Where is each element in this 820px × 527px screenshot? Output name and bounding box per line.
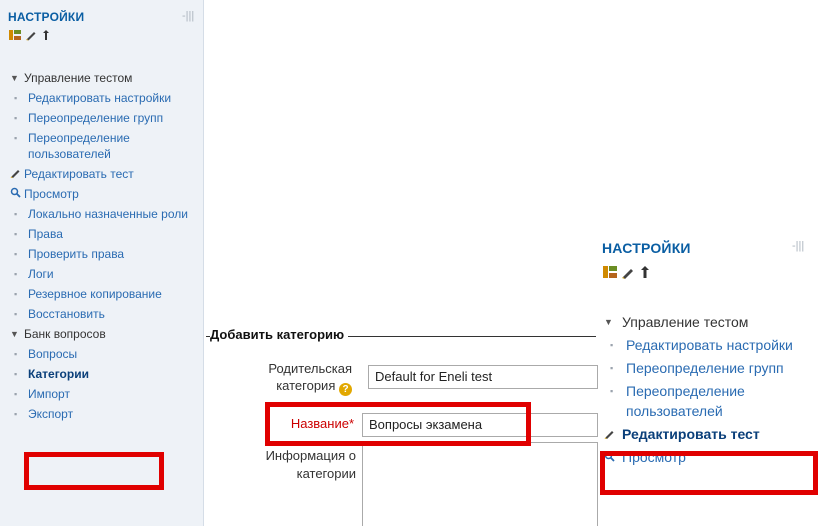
tree-item[interactable]: ▼ Управление тестом — [10, 70, 200, 86]
parent-label-line1: Родительская — [268, 361, 352, 376]
tree-item-label: Резервное копирование — [28, 287, 162, 301]
bullet-icon: ▪ — [610, 386, 614, 396]
tree-item[interactable]: Просмотр — [10, 186, 200, 202]
block-collapse-control[interactable]: -||| — [182, 10, 194, 22]
name-label-text: Название — [290, 416, 349, 431]
tree-item-label: Переопределение пользователей — [626, 383, 745, 419]
tree-item[interactable]: ▼ Управление тестом — [604, 312, 816, 332]
expand-arrow-icon: ▼ — [10, 73, 19, 83]
dock-icon[interactable] — [602, 264, 618, 280]
bullet-icon: ▪ — [14, 369, 18, 379]
tree-item[interactable]: Редактировать тест — [604, 424, 816, 444]
tree-item-label: Переопределение групп — [626, 360, 784, 376]
search-icon — [10, 186, 21, 202]
edit-icon — [10, 166, 21, 182]
tree-item-label: Банк вопросов — [24, 327, 106, 341]
bullet-icon: ▪ — [610, 363, 614, 373]
bullet-icon: ▪ — [610, 340, 614, 350]
tree-item: ▪ Категории — [10, 366, 200, 382]
tree-item[interactable]: ▪ Вопросы — [10, 346, 200, 362]
tree-item-label: Локально назначенные роли — [28, 207, 188, 221]
tree-item-label: Переопределение групп — [28, 111, 164, 125]
bullet-icon: ▪ — [14, 209, 18, 219]
block-toolbar — [8, 28, 52, 42]
tree-item[interactable]: ▪ Переопределение групп — [604, 358, 816, 378]
bullet-icon: ▪ — [14, 309, 18, 319]
edit-icon — [604, 424, 615, 444]
parent-label-text: категория — [276, 378, 336, 393]
bullet-icon: ▪ — [14, 249, 18, 259]
tree-item[interactable]: ▪ Импорт — [10, 386, 200, 402]
tree-item-label: Категории — [28, 367, 89, 381]
bullet-icon: ▪ — [14, 289, 18, 299]
tree-item-label: Просмотр — [24, 187, 79, 201]
tree-item[interactable]: ▪ Резервное копирование — [10, 286, 200, 302]
expand-arrow-icon: ▼ — [10, 329, 19, 339]
tree-item[interactable]: ▪ Логи — [10, 266, 200, 282]
name-label: Название* — [240, 416, 354, 431]
tree-item-label: Восстановить — [28, 307, 105, 321]
tree-item[interactable]: ▼ Банк вопросов — [10, 326, 200, 342]
expand-arrow-icon: ▼ — [604, 317, 613, 327]
tree-item-label: Импорт — [28, 387, 70, 401]
move-icon[interactable] — [638, 265, 652, 279]
tree-item-label: Управление тестом — [622, 314, 749, 330]
tree-item[interactable]: ▪ Проверить права — [10, 246, 200, 262]
parent-label-line2: категория ? — [240, 377, 352, 396]
bullet-icon: ▪ — [14, 229, 18, 239]
info-label-line2: категории — [296, 466, 356, 481]
info-label-line1: Информация о — [265, 448, 356, 463]
parent-category-label: Родительская категория ? — [240, 360, 352, 396]
block-title: НАСТРОЙКИ — [602, 240, 691, 256]
settings-tree-left: ▼ Управление тестом ▪ Редактировать настрой… — [10, 70, 200, 426]
help-icon[interactable]: ? — [339, 383, 352, 396]
dock-icon[interactable] — [8, 28, 22, 42]
bullet-icon: ▪ — [14, 269, 18, 279]
tree-item[interactable]: Просмотр — [604, 447, 816, 467]
bullet-icon: ▪ — [14, 409, 18, 419]
tree-item[interactable]: ▪ Локально назначенные роли — [10, 206, 200, 222]
tree-item-label: Проверить права — [28, 247, 125, 261]
tree-item[interactable]: ▪ Восстановить — [10, 306, 200, 322]
tree-item-label: Вопросы — [28, 347, 78, 361]
tree-item-label: Редактировать тест — [24, 167, 134, 181]
category-info-editor[interactable] — [362, 442, 598, 526]
move-icon[interactable] — [40, 29, 52, 41]
bullet-icon: ▪ — [14, 133, 18, 143]
category-info-label: Информация о категории — [226, 447, 356, 483]
tree-item-label: Управление тестом — [24, 71, 133, 85]
tree-item-label: Просмотр — [622, 449, 686, 465]
bullet-icon: ▪ — [14, 113, 18, 123]
settings-tree-right: ▼ Управление тестом ▪ Редактировать настрой… — [604, 312, 816, 470]
tree-item-label: Экспорт — [28, 407, 74, 421]
tree-item-label: Логи — [28, 267, 54, 281]
required-marker: * — [348, 416, 354, 431]
search-icon — [604, 447, 615, 467]
bullet-icon: ▪ — [14, 93, 18, 103]
tree-item-label: Редактировать тест — [622, 426, 760, 442]
block-title: НАСТРОЙКИ — [8, 10, 85, 24]
tree-item[interactable]: ▪ Переопределение пользователей — [604, 381, 816, 421]
tree-item-label: Права — [28, 227, 63, 241]
tree-item[interactable]: ▪ Права — [10, 226, 200, 242]
tree-item[interactable]: ▪ Редактировать настройки — [10, 90, 200, 106]
fieldset-legend: Добавить категорию — [210, 327, 349, 342]
bullet-icon: ▪ — [14, 349, 18, 359]
tree-item-label: Редактировать настройки — [28, 91, 172, 105]
tree-item-label: Переопределение пользователей — [28, 131, 130, 161]
block-collapse-control[interactable]: -||| — [792, 240, 804, 252]
tree-item[interactable]: ▪ Переопределение групп — [10, 110, 200, 126]
block-toolbar — [602, 264, 652, 280]
tree-item[interactable]: ▪ Редактировать настройки — [604, 335, 816, 355]
name-input[interactable]: Вопросы экзамена — [362, 413, 598, 437]
tree-item[interactable]: Редактировать тест — [10, 166, 200, 182]
bullet-icon: ▪ — [14, 389, 18, 399]
parent-category-select[interactable]: Default for Eneli test — [368, 365, 598, 389]
tree-item-label: Редактировать настройки — [626, 337, 793, 353]
tree-item[interactable]: ▪ Переопределение пользователей — [10, 130, 200, 162]
tree-item[interactable]: ▪ Экспорт — [10, 406, 200, 422]
edit-icon[interactable] — [25, 29, 37, 41]
edit-icon[interactable] — [621, 265, 635, 279]
